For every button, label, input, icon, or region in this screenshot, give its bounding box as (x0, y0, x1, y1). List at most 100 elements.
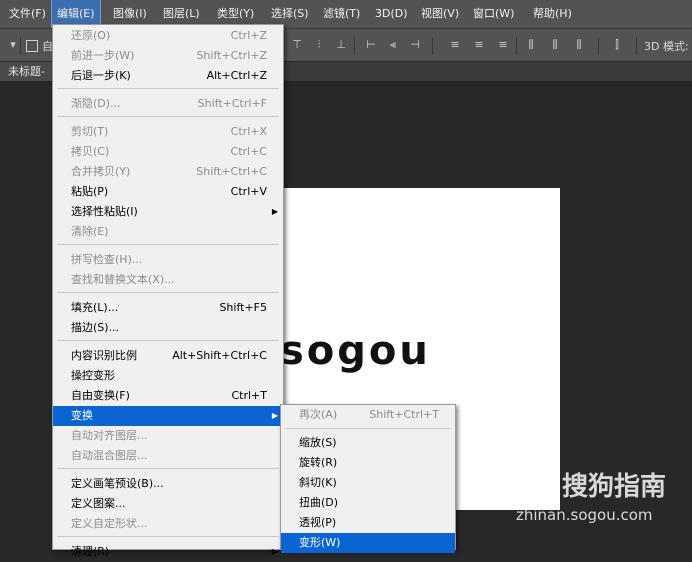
menu-item-label: 拼写检查(H)... (71, 253, 143, 266)
align-top-icon[interactable]: ⊤ (290, 38, 304, 52)
transform-submenu-item: 再次(A) Shift+Ctrl+T (281, 405, 455, 425)
edit-menu-item: 前进一步(W) Shift+Ctrl+Z (53, 46, 283, 66)
menu-item-label: 变形(W) (299, 536, 341, 549)
menu-item-shortcut: Ctrl+T (231, 389, 267, 402)
edit-menu-item[interactable]: 粘贴(P) Ctrl+V (53, 182, 283, 202)
transform-submenu-item[interactable]: 透视(P) (281, 513, 455, 533)
menu-7[interactable]: 3D(D) (370, 0, 413, 28)
divider (636, 37, 637, 55)
divider (354, 37, 355, 55)
menu-item-label: 自动混合图层... (71, 449, 148, 462)
auto-select-checkbox[interactable] (26, 40, 38, 52)
menu-item-label: 定义自定形状... (71, 517, 148, 530)
menu-item-label: 清除(E) (71, 225, 109, 238)
edit-menu-item: 渐隐(D)... Shift+Ctrl+F (53, 94, 283, 114)
edit-menu-item[interactable]: 内容识别比例 Alt+Shift+Ctrl+C (53, 346, 283, 366)
transform-submenu-item[interactable]: 旋转(R) (281, 453, 455, 473)
transform-submenu-item[interactable]: 斜切(K) (281, 473, 455, 493)
edit-menu-item[interactable]: 变换 ▶ (53, 406, 283, 426)
distribute-bottom-icon[interactable]: ≡ (496, 38, 510, 52)
auto-align-icon[interactable]: ⫿ (610, 38, 624, 52)
distribute-vcenter-icon[interactable]: ≡ (472, 38, 486, 52)
distribute-left-icon[interactable]: ⫼ (524, 38, 538, 52)
edit-menu-item[interactable]: 选择性粘贴(I) ▶ (53, 202, 283, 222)
menu-item-label: 描边(S)... (71, 321, 120, 334)
align-hcenter-icon[interactable]: ⫷ (386, 38, 400, 52)
edit-menu-item[interactable]: 自由变换(F) Ctrl+T (53, 386, 283, 406)
edit-menu: 还原(O) Ctrl+Z 前进一步(W) Shift+Ctrl+Z 后退一步(K) Alt… (52, 24, 284, 558)
edit-menu-item[interactable]: 描边(S)... (53, 318, 283, 338)
divider (432, 37, 433, 55)
menu-item-label: 选择性粘贴(I) (71, 205, 138, 218)
align-right-icon[interactable]: ⊣ (408, 38, 422, 52)
sogou-logo-icon (514, 462, 554, 502)
menu-item-label: 内容识别比例 (71, 349, 137, 362)
edit-menu-item: 定义自定形状... (53, 514, 283, 534)
menu-separator (57, 340, 279, 341)
menu-item-label: 旋转(R) (299, 456, 338, 469)
menu-item-label: 合并拷贝(Y) (71, 165, 131, 178)
menu-item-label: 清理(R) (71, 545, 110, 558)
menu-6[interactable]: 滤镜(T) (318, 0, 365, 28)
edit-menu-item[interactable]: 填充(L)... Shift+F5 (53, 298, 283, 318)
menu-item-shortcut: Shift+Ctrl+Z (196, 49, 267, 62)
document-tab[interactable]: 未标题- (0, 62, 60, 81)
edit-menu-item[interactable]: 后退一步(K) Alt+Ctrl+Z (53, 66, 283, 86)
menu-9[interactable]: 窗口(W) (468, 0, 519, 28)
edit-menu-item[interactable]: 操控变形 (53, 366, 283, 386)
menu-item-shortcut: Alt+Shift+Ctrl+C (172, 349, 267, 362)
menu-item-shortcut: Shift+Ctrl+T (369, 408, 439, 421)
menu-separator (57, 292, 279, 293)
menu-item-label: 查找和替换文本(X)... (71, 273, 175, 286)
transform-submenu: 再次(A) Shift+Ctrl+T 缩放(S) 旋转(R) 斜切(K) 扭曲(D) 透视(… (280, 404, 456, 553)
submenu-arrow-icon: ▶ (271, 411, 278, 420)
menu-separator (57, 116, 279, 117)
distribute-top-icon[interactable]: ≡ (448, 38, 462, 52)
edit-menu-item: 自动混合图层... (53, 446, 283, 466)
watermark-url: zhinan.sogou.com (516, 506, 653, 524)
canvas-text: sogou (280, 328, 431, 374)
divider (20, 37, 21, 55)
menu-item-label: 渐隐(D)... (71, 97, 121, 110)
menu-item-label: 还原(O) (71, 29, 111, 42)
edit-menu-item[interactable]: 清理(R) ▶ (53, 542, 283, 562)
edit-menu-item[interactable]: 定义图案... (53, 494, 283, 514)
tool-preset-dropdown[interactable]: ▾ (6, 38, 20, 52)
menu-item-shortcut: Alt+Ctrl+Z (206, 69, 267, 82)
menu-item-label: 定义图案... (71, 497, 126, 510)
menu-item-label: 前进一步(W) (71, 49, 135, 62)
menu-item-shortcut: Ctrl+Z (230, 29, 267, 42)
menu-item-shortcut: Shift+Ctrl+F (197, 97, 267, 110)
transform-submenu-item[interactable]: 扭曲(D) (281, 493, 455, 513)
align-vcenter-icon[interactable]: ⫶ (312, 38, 326, 52)
edit-menu-item: 合并拷贝(Y) Shift+Ctrl+C (53, 162, 283, 182)
submenu-arrow-icon: ▶ (271, 547, 278, 556)
menu-item-label: 缩放(S) (299, 436, 337, 449)
distribute-right-icon[interactable]: ⫼ (572, 38, 586, 52)
menu-item-label: 自由变换(F) (71, 389, 130, 402)
transform-submenu-item[interactable]: 变形(W) (281, 533, 455, 553)
menu-0[interactable]: 文件(F) (4, 0, 51, 28)
edit-menu-item: 查找和替换文本(X)... (53, 270, 283, 290)
menu-item-label: 扭曲(D) (299, 496, 339, 509)
menu-item-label: 透视(P) (299, 516, 337, 529)
distribute-hcenter-icon[interactable]: ⫼ (548, 38, 562, 52)
transform-submenu-item[interactable]: 缩放(S) (281, 433, 455, 453)
menu-item-label: 拷贝(C) (71, 145, 110, 158)
align-left-icon[interactable]: ⊢ (364, 38, 378, 52)
edit-menu-item: 剪切(T) Ctrl+X (53, 122, 283, 142)
edit-menu-item: 拷贝(C) Ctrl+C (53, 142, 283, 162)
edit-menu-item: 还原(O) Ctrl+Z (53, 26, 283, 46)
edit-menu-item[interactable]: 定义画笔预设(B)... (53, 474, 283, 494)
menu-10[interactable]: 帮助(H) (528, 0, 577, 28)
menu-separator (57, 244, 279, 245)
menu-item-label: 剪切(T) (71, 125, 109, 138)
edit-menu-item: 清除(E) (53, 222, 283, 242)
edit-menu-item: 自动对齐图层... (53, 426, 283, 446)
menu-item-shortcut: Shift+Ctrl+C (196, 165, 267, 178)
divider (516, 37, 517, 55)
menu-separator (57, 536, 279, 537)
menu-item-label: 斜切(K) (299, 476, 337, 489)
align-bottom-icon[interactable]: ⊥ (334, 38, 348, 52)
menu-8[interactable]: 视图(V) (416, 0, 464, 28)
